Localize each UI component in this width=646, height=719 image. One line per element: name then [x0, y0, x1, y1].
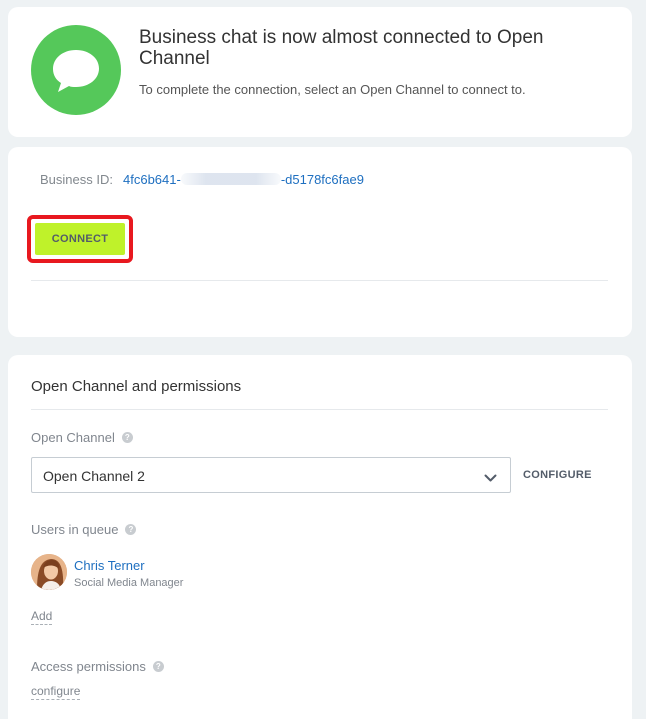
page-title: Business chat is now almost connected to… — [139, 27, 544, 69]
configure-button[interactable]: CONFIGURE — [523, 469, 592, 481]
section-title: Open Channel and permissions — [31, 378, 242, 395]
user-name-link[interactable]: Chris Terner — [74, 558, 145, 573]
connect-card: Business ID: 4fc6b641- -d5178fc6fae9 CONN… — [8, 147, 632, 337]
help-icon[interactable]: ? — [125, 524, 137, 535]
chat-bubble-icon — [31, 25, 121, 115]
header-card: Business chat is now almost connected to… — [8, 7, 632, 137]
help-icon[interactable]: ? — [152, 661, 164, 672]
help-icon[interactable]: ? — [121, 432, 133, 443]
access-permissions-label: Access permissions ? — [31, 659, 164, 674]
selected-channel: Open Channel 2 — [43, 468, 145, 484]
connect-button[interactable]: CONNECT — [35, 223, 125, 255]
redacted-blur — [180, 173, 281, 185]
access-permissions-label-text: Access permissions — [31, 659, 146, 674]
avatar — [31, 554, 67, 590]
page-subtitle: To complete the connection, select an Op… — [139, 82, 526, 97]
divider — [31, 409, 608, 410]
connect-highlight-frame: CONNECT — [27, 215, 133, 263]
open-channel-label: Open Channel ? — [31, 430, 133, 445]
users-in-queue-label-text: Users in queue — [31, 522, 119, 537]
business-id-label: Business ID: — [40, 172, 113, 187]
open-channel-select[interactable]: Open Channel 2 — [31, 457, 511, 493]
open-channel-label-text: Open Channel — [31, 430, 115, 445]
divider — [31, 280, 608, 281]
configure-permissions-link[interactable]: configure — [31, 684, 81, 700]
chevron-down-icon — [484, 470, 497, 488]
open-channel-card: Open Channel and permissions Open Channe… — [8, 355, 632, 719]
business-id-prefix: 4fc6b641- — [123, 172, 181, 187]
add-user-link[interactable]: Add — [31, 609, 53, 625]
users-in-queue-label: Users in queue ? — [31, 522, 137, 537]
business-id-value: 4fc6b641- -d5178fc6fae9 — [123, 172, 364, 187]
business-id-suffix: -d5178fc6fae9 — [280, 172, 364, 187]
user-role: Social Media Manager — [74, 577, 184, 589]
